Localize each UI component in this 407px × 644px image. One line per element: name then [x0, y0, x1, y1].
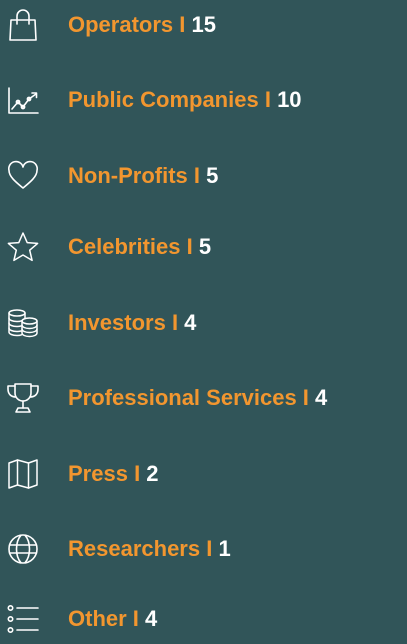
category-name: Investors: [68, 310, 166, 335]
category-name: Professional Services: [68, 385, 297, 410]
trophy-icon: [7, 373, 39, 423]
category-name: Researchers: [68, 536, 201, 561]
category-name: Operators: [68, 12, 174, 37]
category-list: Operators I 15 Public Companies I 10 Non…: [0, 0, 407, 638]
category-label-other: Other I 4: [68, 594, 157, 644]
category-count: 4: [315, 385, 328, 410]
separator: I: [127, 461, 147, 486]
category-count: 15: [191, 12, 216, 37]
separator: I: [187, 163, 207, 188]
separator: I: [126, 606, 146, 631]
category-item-investors[interactable]: Investors I 4: [0, 298, 407, 348]
category-name: Press: [68, 461, 128, 486]
category-name: Public Companies: [68, 87, 259, 112]
heart-icon: [7, 151, 39, 201]
category-item-celebrities[interactable]: Celebrities I 5: [0, 222, 407, 272]
category-item-professional-services[interactable]: Professional Services I 4: [0, 373, 407, 423]
separator: I: [165, 310, 185, 335]
category-item-non-profits[interactable]: Non-Profits I 5: [0, 151, 407, 201]
category-count: 4: [145, 606, 158, 631]
separator: I: [296, 385, 316, 410]
category-name: Non-Profits: [68, 163, 188, 188]
category-count: 5: [198, 234, 212, 259]
category-name: Celebrities: [68, 234, 181, 259]
category-label-operators: Operators I 15: [68, 0, 216, 50]
category-label-researchers: Researchers I 1: [68, 524, 231, 574]
line-chart-icon: [7, 75, 39, 125]
category-item-public-companies[interactable]: Public Companies I 10: [0, 75, 407, 125]
category-item-press[interactable]: Press I 2: [0, 449, 407, 499]
category-label-investors: Investors I 4: [68, 298, 196, 348]
category-label-non-profits: Non-Profits I 5: [68, 151, 218, 201]
separator: I: [180, 234, 199, 259]
coins-icon: [7, 298, 39, 348]
category-item-researchers[interactable]: Researchers I 1: [0, 524, 407, 574]
map-icon: [7, 449, 39, 499]
category-label-public-companies: Public Companies I 10: [68, 75, 302, 125]
shopping-bag-icon: [7, 0, 39, 50]
category-count: 10: [277, 87, 302, 112]
category-count: 5: [206, 163, 219, 188]
category-item-other[interactable]: Other I 4: [0, 594, 407, 644]
globe-icon: [7, 524, 39, 574]
separator: I: [200, 536, 219, 561]
category-count: 4: [184, 310, 197, 335]
category-item-operators[interactable]: Operators I 15: [0, 0, 407, 50]
category-label-professional-services: Professional Services I 4: [68, 373, 327, 423]
category-name: Other: [68, 606, 127, 631]
category-count: 2: [146, 461, 159, 486]
separator: I: [258, 87, 278, 112]
category-label-press: Press I 2: [68, 449, 159, 499]
star-icon: [7, 222, 39, 272]
category-count: 1: [218, 536, 231, 561]
separator: I: [173, 12, 192, 37]
category-label-celebrities: Celebrities I 5: [68, 222, 211, 272]
list-icon: [7, 594, 39, 644]
